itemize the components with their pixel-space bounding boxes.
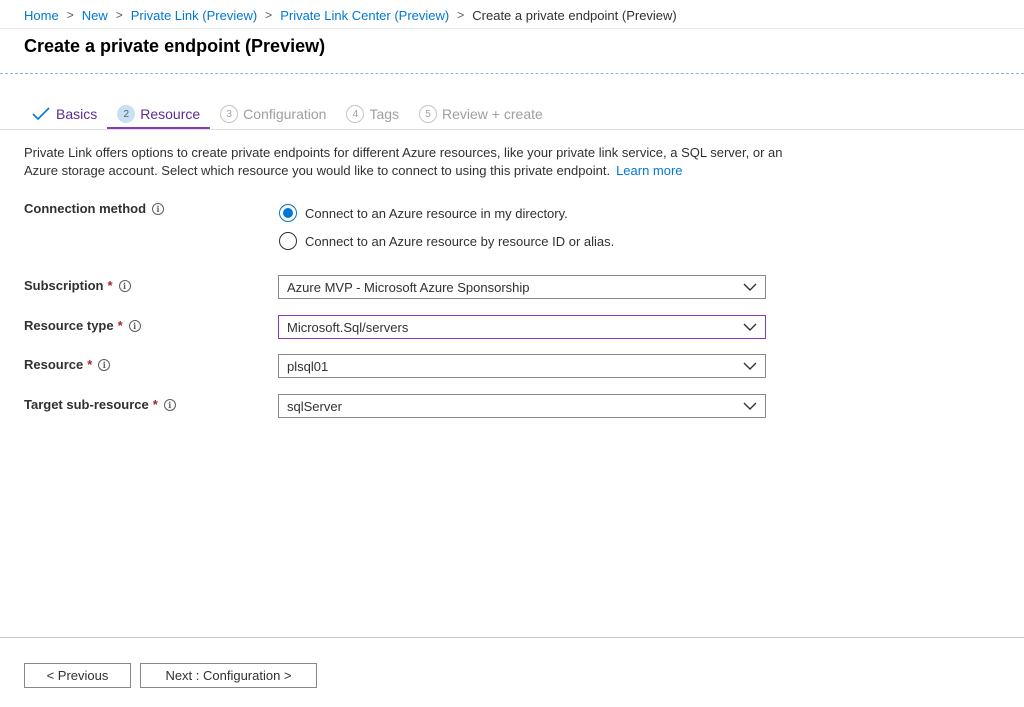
- step-number: 2: [117, 105, 136, 123]
- breadcrumb-home[interactable]: Home: [24, 8, 59, 23]
- breadcrumb-separator: >: [457, 8, 465, 22]
- previous-button[interactable]: < Previous: [24, 663, 131, 688]
- footer-divider: [0, 637, 1024, 638]
- radio-label: Connect to an Azure resource in my direc…: [305, 205, 568, 221]
- chevron-down-icon: [743, 402, 757, 410]
- resource-type-dropdown[interactable]: Microsoft.Sql/servers: [278, 315, 766, 339]
- resource-type-label: Resource type * i: [24, 318, 141, 333]
- wizard-tabs: Basics 2 Resource 3 Configuration 4 Tags…: [24, 99, 553, 129]
- tab-label: Basics: [56, 106, 98, 122]
- info-icon[interactable]: i: [118, 279, 131, 292]
- field-label: Resource: [24, 357, 84, 372]
- breadcrumb: Home > New > Private Link (Preview) > Pr…: [24, 6, 677, 24]
- required-marker: *: [107, 278, 113, 293]
- radio-option-resource-id[interactable]: Connect to an Azure resource by resource…: [279, 232, 614, 250]
- chevron-down-icon: [743, 323, 757, 331]
- tab-label: Resource: [140, 106, 201, 122]
- tab-resource[interactable]: 2 Resource: [107, 99, 211, 129]
- subscription-dropdown[interactable]: Azure MVP - Microsoft Azure Sponsorship: [278, 275, 766, 299]
- field-label: Connection method: [24, 201, 147, 216]
- breadcrumb-current: Create a private endpoint (Preview): [472, 7, 677, 23]
- connection-method-label: Connection method i: [24, 201, 165, 216]
- tab-tags[interactable]: 4 Tags: [336, 99, 409, 129]
- radio-option-directory[interactable]: Connect to an Azure resource in my direc…: [279, 204, 568, 222]
- header-divider: [0, 28, 1024, 29]
- radio-label: Connect to an Azure resource by resource…: [305, 233, 615, 249]
- breadcrumb-separator: >: [115, 8, 123, 22]
- tab-label: Review + create: [442, 106, 543, 122]
- chevron-down-icon: [743, 362, 757, 370]
- step-number: 5: [419, 105, 438, 123]
- radio-button[interactable]: [279, 232, 297, 250]
- resource-dropdown[interactable]: plsql01: [278, 354, 766, 378]
- tab-configuration[interactable]: 3 Configuration: [210, 99, 336, 129]
- required-marker: *: [117, 318, 123, 333]
- step-number: 4: [346, 105, 365, 123]
- checkmark-icon: [32, 107, 50, 121]
- page-title: Create a private endpoint (Preview): [24, 36, 326, 56]
- resource-label: Resource * i: [24, 357, 111, 372]
- step-number: 3: [220, 105, 239, 123]
- info-icon[interactable]: i: [163, 398, 176, 411]
- breadcrumb-new[interactable]: New: [82, 8, 108, 23]
- breadcrumb-private-link-center[interactable]: Private Link Center (Preview): [280, 8, 449, 23]
- next-configuration-button[interactable]: Next : Configuration >: [140, 663, 317, 688]
- tabs-divider: [0, 129, 1024, 130]
- required-marker: *: [152, 397, 158, 412]
- dropdown-value: sqlServer: [287, 398, 342, 414]
- description: Private Link offers options to create pr…: [24, 144, 784, 180]
- field-label: Resource type: [24, 318, 114, 333]
- required-marker: *: [87, 357, 93, 372]
- info-icon[interactable]: i: [152, 202, 165, 215]
- dropdown-value: Microsoft.Sql/servers: [287, 319, 409, 335]
- radio-button-selected[interactable]: [279, 204, 297, 222]
- subscription-label: Subscription * i: [24, 278, 131, 293]
- tab-label: Tags: [369, 106, 400, 122]
- info-icon[interactable]: i: [128, 319, 141, 332]
- tab-basics[interactable]: Basics: [24, 99, 107, 129]
- learn-more-link[interactable]: Learn more: [616, 163, 682, 178]
- dropdown-value: Azure MVP - Microsoft Azure Sponsorship: [287, 279, 530, 295]
- target-sub-resource-dropdown[interactable]: sqlServer: [278, 394, 766, 418]
- field-label: Subscription: [24, 278, 104, 293]
- breadcrumb-separator: >: [66, 8, 74, 22]
- tab-label: Configuration: [243, 106, 327, 122]
- breadcrumb-private-link[interactable]: Private Link (Preview): [131, 8, 257, 23]
- info-icon[interactable]: i: [98, 358, 111, 371]
- target-sub-resource-label: Target sub-resource * i: [24, 397, 176, 412]
- tab-review-create[interactable]: 5 Review + create: [409, 99, 553, 129]
- chevron-down-icon: [743, 283, 757, 291]
- title-divider: [0, 73, 1024, 74]
- dropdown-value: plsql01: [287, 358, 329, 374]
- field-label: Target sub-resource: [24, 397, 149, 412]
- breadcrumb-separator: >: [265, 8, 273, 22]
